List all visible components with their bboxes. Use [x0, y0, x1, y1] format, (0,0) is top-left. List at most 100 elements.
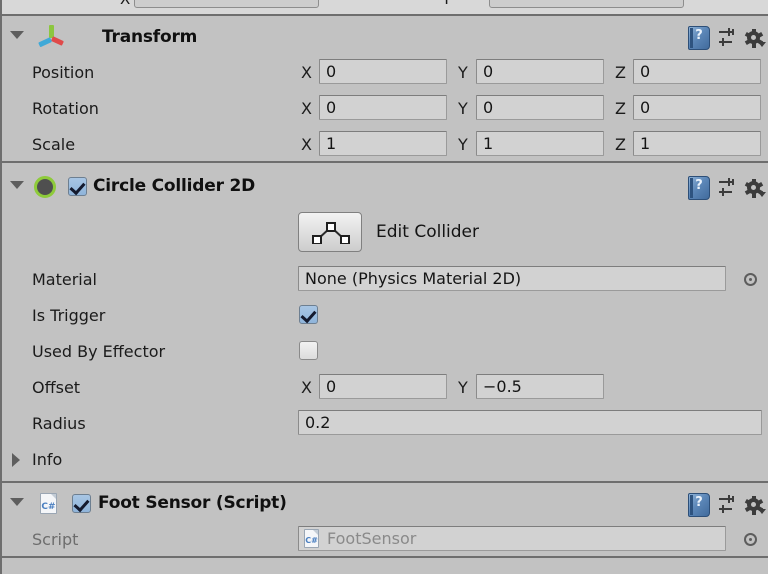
circle-collider-enable-checkbox[interactable]	[68, 177, 87, 196]
rotation-z-input[interactable]: 0	[633, 95, 761, 120]
position-z-input[interactable]: 0	[633, 59, 761, 84]
position-axis-z-label: Z	[615, 63, 626, 82]
transform-foldout-arrow[interactable]	[10, 31, 24, 39]
info-label: Info	[32, 450, 63, 469]
position-x-input[interactable]: 0	[319, 59, 447, 84]
used-by-effector-checkbox[interactable]	[299, 341, 318, 360]
foot-sensor-header[interactable]: C# Foot Sensor (Script) ?	[2, 489, 768, 519]
is-trigger-checkbox[interactable]	[299, 305, 318, 324]
edit-collider-label: Edit Collider	[376, 222, 480, 242]
help-book-icon[interactable]: ?	[688, 493, 710, 517]
script-label: Script	[32, 530, 79, 549]
unity-inspector-panel: X Y Transform ?	[0, 0, 768, 574]
scale-axis-x-label: X	[301, 135, 312, 154]
csharp-script-icon: C#	[40, 493, 57, 514]
transform-row-position: Position X 0 Y 0 Z 0	[2, 55, 768, 91]
foot-sensor-foldout-arrow[interactable]	[10, 498, 24, 506]
gear-icon[interactable]	[744, 178, 766, 198]
preset-icon[interactable]	[717, 495, 737, 515]
circle-collider-icon	[34, 176, 56, 198]
foot-sensor-title: Foot Sensor (Script)	[98, 493, 287, 513]
info-foldout-arrow[interactable]	[12, 453, 20, 467]
partial-row-above: X Y	[2, 0, 768, 16]
material-label: Material	[32, 270, 97, 289]
gear-icon[interactable]	[744, 495, 766, 515]
offset-label: Offset	[32, 378, 81, 397]
gear-icon[interactable]	[744, 28, 766, 48]
used-by-effector-row: Used By Effector	[2, 334, 768, 370]
csharp-script-icon: C#	[304, 529, 319, 548]
position-label: Position	[32, 63, 95, 82]
radius-input[interactable]: 0.2	[298, 410, 762, 435]
divider-bottom	[2, 556, 768, 558]
circle-collider-header-icons: ?	[688, 176, 766, 200]
script-value: FootSensor	[327, 529, 417, 548]
offset-y-input[interactable]: −0.5	[476, 374, 604, 399]
offset-x-value: 0	[326, 377, 337, 396]
radius-label: Radius	[32, 414, 86, 433]
partial-field-y[interactable]	[489, 0, 684, 8]
rotation-label: Rotation	[32, 99, 99, 118]
position-axis-x-label: X	[301, 63, 312, 82]
transform-row-rotation: Rotation X 0 Y 0 Z 0	[2, 91, 768, 127]
circle-collider-foldout-arrow[interactable]	[10, 181, 24, 189]
scale-z-input[interactable]: 1	[633, 131, 761, 156]
edit-collider-row: Edit Collider	[2, 208, 768, 254]
divider-collider-script	[2, 481, 768, 483]
rotation-x-input[interactable]: 0	[319, 95, 447, 120]
rotation-axis-y-label: Y	[458, 99, 468, 118]
transform-gizmo-icon	[38, 25, 64, 49]
material-row: Material None (Physics Material 2D)	[2, 262, 768, 298]
rotation-axis-x-label: X	[301, 99, 312, 118]
info-row[interactable]: Info	[2, 442, 768, 478]
radius-row: Radius 0.2	[2, 406, 768, 442]
polygon-edit-icon	[312, 222, 350, 244]
scale-x-input[interactable]: 1	[319, 131, 447, 156]
transform-header[interactable]: Transform ?	[2, 22, 768, 52]
material-object-picker-icon[interactable]	[744, 273, 757, 286]
offset-axis-x-label: X	[301, 378, 312, 397]
transform-header-icons: ?	[688, 26, 766, 50]
offset-axis-y-label: Y	[458, 378, 468, 397]
circle-collider-title: Circle Collider 2D	[93, 176, 256, 196]
rotation-y-input[interactable]: 0	[476, 95, 604, 120]
help-book-icon[interactable]: ?	[688, 26, 710, 50]
script-row: Script C# FootSensor	[2, 522, 768, 558]
offset-row: Offset X 0 Y −0.5	[2, 370, 768, 406]
material-value: None (Physics Material 2D)	[305, 269, 522, 288]
preset-icon[interactable]	[717, 28, 737, 48]
transform-title: Transform	[102, 27, 198, 47]
foot-sensor-enable-checkbox[interactable]	[72, 494, 91, 513]
scale-label: Scale	[32, 135, 76, 154]
position-axis-y-label: Y	[458, 63, 468, 82]
script-object-field[interactable]: C# FootSensor	[298, 526, 726, 551]
offset-y-value: −0.5	[483, 377, 522, 396]
circle-collider-header[interactable]: Circle Collider 2D ?	[2, 172, 768, 202]
is-trigger-row: Is Trigger	[2, 298, 768, 334]
scale-y-input[interactable]: 1	[476, 131, 604, 156]
divider-transform-collider	[2, 161, 768, 163]
position-z-value: 0	[640, 62, 651, 81]
help-book-icon[interactable]: ?	[688, 176, 710, 200]
used-by-effector-label: Used By Effector	[32, 342, 166, 361]
radius-value: 0.2	[305, 413, 331, 432]
transform-row-scale: Scale X 1 Y 1 Z 1	[2, 127, 768, 163]
partial-field-x[interactable]	[134, 0, 319, 8]
material-object-field[interactable]: None (Physics Material 2D)	[298, 266, 726, 291]
offset-x-input[interactable]: 0	[319, 374, 447, 399]
partial-axis-x-label: X	[120, 0, 130, 8]
position-x-value: 0	[326, 62, 337, 81]
is-trigger-label: Is Trigger	[32, 306, 106, 325]
scale-z-value: 1	[640, 134, 651, 153]
position-y-value: 0	[483, 62, 494, 81]
scale-axis-z-label: Z	[615, 135, 626, 154]
scale-y-value: 1	[483, 134, 494, 153]
rotation-z-value: 0	[640, 98, 651, 117]
scale-axis-y-label: Y	[458, 135, 468, 154]
partial-axis-y-label: Y	[442, 0, 451, 8]
edit-collider-button[interactable]	[298, 212, 362, 252]
script-object-picker-icon[interactable]	[744, 533, 757, 546]
position-y-input[interactable]: 0	[476, 59, 604, 84]
scale-x-value: 1	[326, 134, 337, 153]
preset-icon[interactable]	[717, 178, 737, 198]
